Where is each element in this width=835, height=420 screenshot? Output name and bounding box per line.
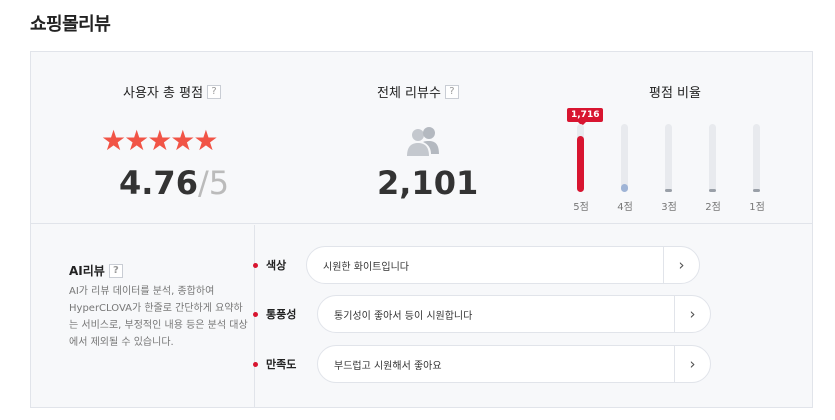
ratio-fill (665, 189, 672, 192)
bullet-icon (253, 361, 258, 367)
ai-summary-row: 색상 시원한 화이트입니다 › (253, 246, 700, 284)
ratio-fill (753, 189, 760, 192)
total-label: 전체 리뷰수 (377, 86, 441, 101)
ratio-track (709, 124, 716, 192)
ai-review-info: AI리뷰 ? AI가 리뷰 데이터를 분석, 종합하여 HyperCLOVA가 … (31, 225, 255, 407)
ai-summary-pill[interactable]: 시원한 화이트입니다 › (306, 246, 700, 284)
ratio-bar: 4점 (610, 124, 640, 214)
bullet-icon (253, 311, 258, 317)
ratio-track (665, 124, 672, 192)
ratio-header: 평점 비율 (649, 82, 701, 101)
ai-review-title-text: AI리뷰 (69, 264, 105, 278)
ai-summary-text: 시원한 화이트입니다 (323, 261, 409, 273)
ai-summary-row: 통풍성 통기성이 좋아서 등이 시원합니다 › (253, 295, 711, 333)
people-icon (407, 127, 439, 156)
total-header: 전체 리뷰수 ? (377, 82, 459, 101)
ratio-label: 2점 (705, 202, 721, 213)
ratio-label: 5점 (573, 202, 589, 213)
ai-summary-key: 만족도 (266, 358, 297, 371)
ratio-label: 3점 (661, 202, 677, 213)
ratio-bar: 1점 (742, 124, 772, 214)
ratio-bar: 5점 (566, 124, 596, 214)
ratio-bar: 2점 (698, 124, 728, 214)
ratio-label: 평점 비율 (649, 86, 701, 101)
ratio-track (753, 124, 760, 192)
ai-review-description: AI가 리뷰 데이터를 분석, 종합하여 HyperCLOVA가 한줄로 간단하… (69, 286, 248, 348)
chevron-right-icon[interactable]: › (674, 296, 710, 332)
help-icon[interactable]: ? (108, 263, 123, 278)
total-reviews: 2,101 (377, 164, 479, 202)
ratio-label: 1점 (749, 202, 765, 213)
ai-summary-text: 부드럽고 시원해서 좋아요 (334, 360, 442, 372)
ai-summary-pill[interactable]: 통기성이 좋아서 등이 시원합니다 › (317, 295, 711, 333)
ratio-bar: 3점 (654, 124, 684, 214)
rating-label: 사용자 총 평점 (123, 86, 204, 101)
bullet-icon (253, 262, 258, 268)
ratio-track (621, 124, 628, 192)
ratio-fill (621, 184, 628, 192)
score-max: /5 (197, 164, 230, 202)
help-icon[interactable]: ? (207, 84, 222, 99)
chevron-right-icon[interactable]: › (663, 247, 699, 283)
page-title: 쇼핑몰리뷰 (30, 14, 111, 35)
review-summary-panel: 사용자 총 평점 ? ★★★★★ 4.76/5 전체 리뷰수 ? 2,101 평… (30, 51, 813, 408)
help-icon[interactable]: ? (444, 84, 459, 99)
ai-summary-key: 색상 (266, 259, 287, 272)
ai-summary-key: 통풍성 (266, 308, 297, 321)
stats-section: 사용자 총 평점 ? ★★★★★ 4.76/5 전체 리뷰수 ? 2,101 평… (31, 52, 812, 224)
ratio-count-badge: 1,716 (567, 108, 604, 126)
ai-summary-row: 만족도 부드럽고 시원해서 좋아요 › (253, 345, 711, 383)
ratio-label: 4점 (617, 202, 633, 213)
ratio-track (577, 124, 584, 192)
average-score: 4.76/5 (119, 164, 229, 202)
star-rating-icon: ★★★★★ (101, 124, 219, 157)
ratio-fill (577, 136, 584, 192)
ai-summary-pill[interactable]: 부드럽고 시원해서 좋아요 › (317, 345, 711, 383)
ai-review-title: AI리뷰 ? (69, 262, 123, 279)
ai-summary-text: 통기성이 좋아서 등이 시원합니다 (334, 310, 473, 322)
ratio-fill (709, 189, 716, 192)
score-value: 4.76 (119, 164, 198, 202)
chevron-right-icon[interactable]: › (674, 346, 710, 382)
rating-header: 사용자 총 평점 ? (123, 82, 222, 101)
